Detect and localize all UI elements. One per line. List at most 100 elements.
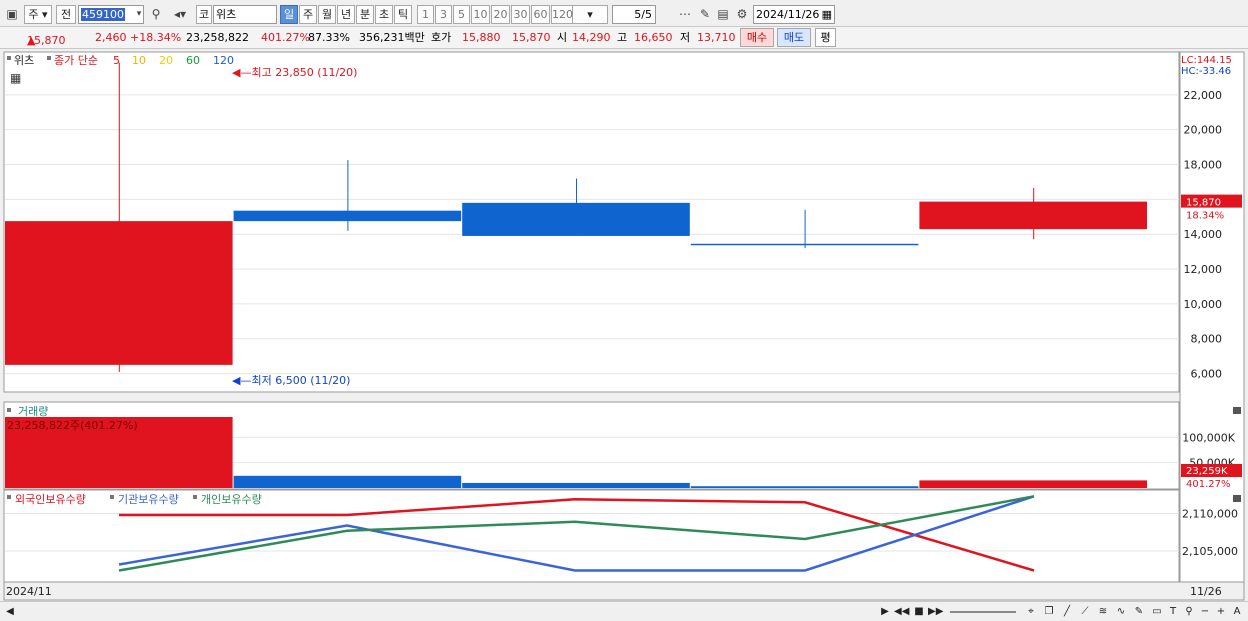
bid-label: 호가 xyxy=(431,31,452,44)
chart-canvas[interactable]: 6,0008,00010,00012,00014,00016,00018,000… xyxy=(0,49,1248,601)
count-field[interactable]: 5/5 xyxy=(612,5,656,24)
collapse-icon[interactable] xyxy=(1233,495,1241,502)
period-tab[interactable]: 틱 xyxy=(394,5,412,24)
gear-icon[interactable]: ⚙ xyxy=(733,5,751,24)
save-icon[interactable]: ▤ xyxy=(714,5,732,24)
open-label: 시 xyxy=(557,31,568,44)
period-tab[interactable]: 초 xyxy=(375,5,393,24)
legend-marker xyxy=(110,495,114,499)
crosshair-icon[interactable]: ⌖ xyxy=(1024,604,1038,620)
draw-tool-icon[interactable]: ✎ xyxy=(696,5,714,24)
volume-readout: 23,258,822주(401.27%) xyxy=(7,419,138,432)
period-tab[interactable]: 월 xyxy=(318,5,336,24)
interval-tab[interactable]: 10 xyxy=(471,5,490,24)
interval-select[interactable]: ▾ xyxy=(572,5,608,24)
interval-tab[interactable]: 1 xyxy=(417,5,434,24)
market-kind-badge[interactable]: 코 xyxy=(196,5,212,24)
code-value: 459100 xyxy=(81,8,125,21)
candle-body xyxy=(462,202,690,236)
ma-period-label: 10 xyxy=(132,54,146,67)
wave-tool-icon[interactable]: ∿ xyxy=(1114,604,1128,620)
scroll-left-icon[interactable]: ◀ xyxy=(3,604,17,620)
search-icon[interactable]: ⚲ xyxy=(147,5,165,24)
current-volume-text: 23,259K xyxy=(1186,466,1228,477)
legend-ma-label: 종가 단순 xyxy=(54,54,98,67)
holdings-legend-label: 기관보유수량 xyxy=(118,493,179,506)
interval-tab[interactable]: 60 xyxy=(531,5,550,24)
date-value: 2024/11/26 xyxy=(756,8,820,21)
interval-tab[interactable]: 3 xyxy=(435,5,452,24)
sell-button[interactable]: 매도 xyxy=(777,28,811,47)
max-arrow-icon: ◀— xyxy=(232,66,251,79)
copy-icon[interactable]: ❐ xyxy=(1042,604,1056,620)
holdings-legend: 외국인보유수량 기관보유수량 개인보유수량 xyxy=(7,493,262,506)
candle-body xyxy=(919,201,1147,230)
fib-tool-icon[interactable]: ≋ xyxy=(1096,604,1110,620)
speaker-icon[interactable]: ◂▾ xyxy=(166,5,194,24)
scroll-right-icon[interactable]: ▶ xyxy=(878,604,892,620)
line-tool-icon[interactable]: ╱ xyxy=(1060,604,1074,620)
code-dropdown-icon[interactable]: ▾ xyxy=(133,5,145,24)
period-tab[interactable]: 년 xyxy=(337,5,355,24)
volume-bar xyxy=(462,482,690,488)
font-size-icon[interactable]: A xyxy=(1230,604,1244,620)
holdings-legend-label: 개인보유수량 xyxy=(201,493,262,506)
interval-tab[interactable]: 120 xyxy=(551,5,573,24)
calendar-icon[interactable]: ▦ xyxy=(10,71,21,85)
period-tab[interactable]: 분 xyxy=(356,5,374,24)
zoom-out-icon[interactable]: − xyxy=(1198,604,1212,620)
legend-marker xyxy=(7,495,11,499)
min-price-text: 최저 6,500 (11/20) xyxy=(251,374,350,387)
market-select[interactable]: 주 ▾ xyxy=(24,5,52,24)
date-field[interactable]: 2024/11/26 ▦ xyxy=(753,5,835,24)
interval-tab[interactable]: 20 xyxy=(491,5,510,24)
stop-icon[interactable]: ■ xyxy=(912,604,926,620)
interval-tab[interactable]: 30 xyxy=(511,5,530,24)
legend-stock-name: 위츠 xyxy=(14,54,34,67)
volume-value: 23,258,822 xyxy=(186,31,249,44)
ma-period-label: 20 xyxy=(159,54,173,67)
turnover-rate: 87.33% xyxy=(308,31,350,44)
ma-period-label: 60 xyxy=(186,54,200,67)
current-volume-pct: 401.27% xyxy=(1186,479,1231,490)
stock-name-field[interactable]: 위츠 xyxy=(213,5,277,24)
y-tick-label: 2,110,000 xyxy=(1182,508,1238,521)
scope-button[interactable]: 전 xyxy=(56,5,76,24)
pen-tool-icon[interactable]: ✎ xyxy=(1132,604,1146,620)
period-tab[interactable]: 주 xyxy=(299,5,317,24)
y-tick-label: 100,000K xyxy=(1182,431,1235,444)
toolbar: ▣ 주 ▾ 전 459100 ▾ ⚲ ◂▾ 코 위츠 ▾ 5/5 ⋯ ✎ ▤ ⚙… xyxy=(0,0,1248,27)
market-label: 주 xyxy=(28,8,39,21)
rewind-icon[interactable]: ◀◀ xyxy=(894,604,909,620)
trade-amount: 356,231백만 xyxy=(359,31,425,44)
y-tick-label: 14,000 xyxy=(1184,228,1223,241)
indicator-icon[interactable]: ⋯ xyxy=(676,5,694,24)
collapse-icon[interactable] xyxy=(1233,407,1241,414)
volume-bar xyxy=(690,486,919,488)
average-button[interactable]: 평 xyxy=(815,28,836,47)
calendar-icon[interactable]: ▦ xyxy=(822,6,832,23)
period-tab[interactable]: 일 xyxy=(280,5,298,24)
candle-body xyxy=(690,243,919,246)
volume-bar xyxy=(233,475,462,488)
scroll-bar: ◀ ▶ ◀◀ ■ ▶▶ ⌖ ❐ ╱ ⟋ ≋ ∿ ✎ ▭ T ⚲ − + A xyxy=(0,601,1248,621)
interval-tab[interactable]: 5 xyxy=(453,5,470,24)
ma-period-label: 120 xyxy=(213,54,234,67)
count-total: 5 xyxy=(645,8,652,21)
current-price-tag-text: 15,870 xyxy=(1186,198,1221,209)
y-tick-label: 8,000 xyxy=(1191,333,1223,346)
min-arrow-icon: ◀— xyxy=(232,374,251,387)
text-tool-icon[interactable]: T xyxy=(1166,604,1180,620)
count-value: 5 xyxy=(634,8,642,21)
zoom-in-icon[interactable]: + xyxy=(1214,604,1228,620)
change-percent: +18.34% xyxy=(130,31,182,44)
candle-body xyxy=(5,221,233,365)
buy-button[interactable]: 매수 xyxy=(740,28,774,47)
trend-tool-icon[interactable]: ⟋ xyxy=(1078,604,1092,620)
zoom-search-icon[interactable]: ⚲ xyxy=(1182,604,1196,620)
fast-forward-icon[interactable]: ▶▶ xyxy=(928,604,943,620)
zoom-slider[interactable] xyxy=(950,611,1016,613)
x-axis-end: 11/26 xyxy=(1190,585,1222,598)
shape-tool-icon[interactable]: ▭ xyxy=(1150,604,1164,620)
window-icon[interactable]: ▣ xyxy=(3,5,21,24)
